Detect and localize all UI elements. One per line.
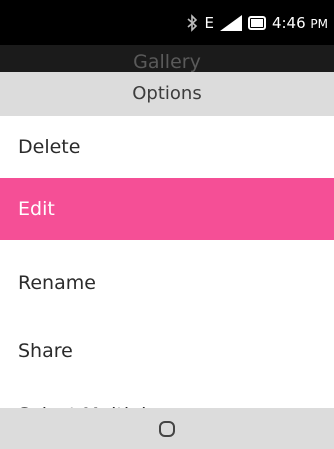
status-icons: E 4:46 PM xyxy=(186,12,328,34)
clock-ampm: PM xyxy=(310,16,328,31)
menu-item-rename[interactable]: Rename xyxy=(0,252,334,314)
background-app-header: Gallery xyxy=(0,45,334,72)
menu-item-delete[interactable]: Delete xyxy=(0,116,334,178)
menu-item-share[interactable]: Share xyxy=(0,320,334,382)
menu-item-select-multiple[interactable]: Select Multiple xyxy=(0,384,334,408)
status-bar: E 4:46 PM xyxy=(0,0,334,45)
options-header: Options xyxy=(0,72,334,116)
clock-time: 4:46 xyxy=(271,13,306,32)
clock: 4:46 PM xyxy=(272,12,328,35)
select-circle-icon[interactable] xyxy=(158,420,176,438)
bluetooth-icon xyxy=(187,14,198,32)
background-app-title: Gallery xyxy=(133,51,201,72)
signal-icon xyxy=(219,15,242,31)
options-menu: Delete Edit Rename Share Select Multiple xyxy=(0,116,334,408)
network-type-label: E xyxy=(204,14,214,32)
battery-icon xyxy=(247,16,266,30)
softkey-bar xyxy=(0,408,334,449)
menu-item-edit[interactable]: Edit xyxy=(0,178,334,240)
